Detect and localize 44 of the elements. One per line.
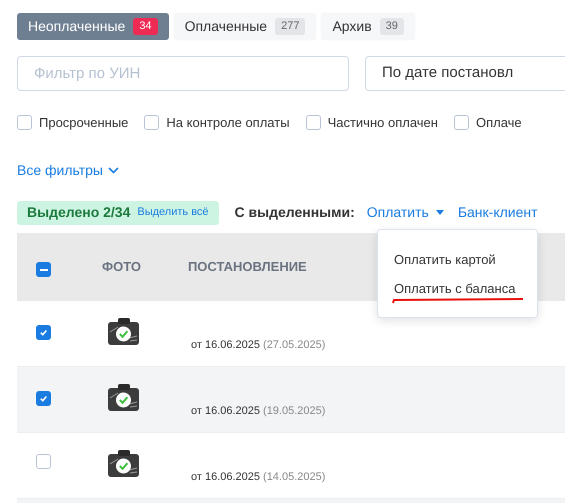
date-text: от 16.06.2025 bbox=[191, 470, 260, 485]
column-header: ФОТО bbox=[102, 258, 141, 276]
checkbox-label: Частично оплачен bbox=[328, 114, 438, 132]
checkbox[interactable] bbox=[36, 391, 51, 406]
tab[interactable]: Оплаченные 277 bbox=[174, 13, 316, 40]
original-date-text: (14.05.2025) bbox=[263, 470, 326, 485]
caret-icon bbox=[436, 210, 444, 215]
checkbox[interactable] bbox=[454, 115, 469, 130]
column-header: ПОСТАНОВЛЕНИЕ bbox=[188, 258, 307, 276]
date-text: от 16.06.2025 bbox=[191, 338, 260, 353]
menu-item[interactable]: Оплатить картой bbox=[378, 250, 537, 270]
pay-dropdown[interactable]: Оплатить bbox=[366, 202, 444, 223]
menu-item[interactable]: Оплатить с баланса bbox=[378, 278, 537, 298]
date-text: от 16.06.2025 bbox=[191, 404, 260, 419]
tab[interactable]: Архив 39 bbox=[321, 13, 415, 40]
camera-check-icon bbox=[108, 384, 139, 410]
checkbox-label: Просроченные bbox=[39, 114, 128, 132]
tab[interactable]: Неоплаченные 34 bbox=[17, 13, 169, 40]
count-badge: 277 bbox=[275, 18, 306, 35]
bulk-label: С выделенными: bbox=[234, 203, 355, 222]
filter-field[interactable]: Фильтр по УИН bbox=[17, 56, 349, 91]
minus-icon bbox=[40, 268, 48, 270]
checkbox[interactable] bbox=[36, 325, 51, 340]
bank-client-link[interactable]: Банк-клиент bbox=[458, 202, 538, 223]
checkbox[interactable] bbox=[144, 115, 160, 130]
all-filters-link[interactable]: Все фильтры bbox=[17, 160, 119, 180]
count-badge: 34 bbox=[133, 18, 158, 35]
checkbox-label: На контроле оплаты bbox=[166, 114, 290, 132]
checkbox-label: Оплаче bbox=[476, 114, 522, 132]
checkmark-icon bbox=[39, 328, 48, 337]
checkbox[interactable] bbox=[306, 115, 321, 130]
camera-check-icon bbox=[108, 450, 139, 476]
select-all-checkbox[interactable] bbox=[36, 262, 51, 277]
camera-check-icon bbox=[108, 318, 139, 344]
selection-count: Выделено 2/34 bbox=[27, 203, 130, 222]
checkmark-icon bbox=[39, 394, 48, 403]
original-date-text: (19.05.2025) bbox=[263, 404, 326, 419]
chevron-down-icon bbox=[108, 166, 119, 174]
original-date-text: (27.05.2025) bbox=[263, 338, 326, 353]
select-all-link[interactable]: Выделить всё bbox=[137, 204, 209, 221]
checkbox[interactable] bbox=[36, 454, 51, 469]
checkbox[interactable] bbox=[17, 115, 32, 130]
count-badge: 39 bbox=[380, 18, 404, 35]
sort-select[interactable]: По дате постановл bbox=[365, 56, 565, 91]
